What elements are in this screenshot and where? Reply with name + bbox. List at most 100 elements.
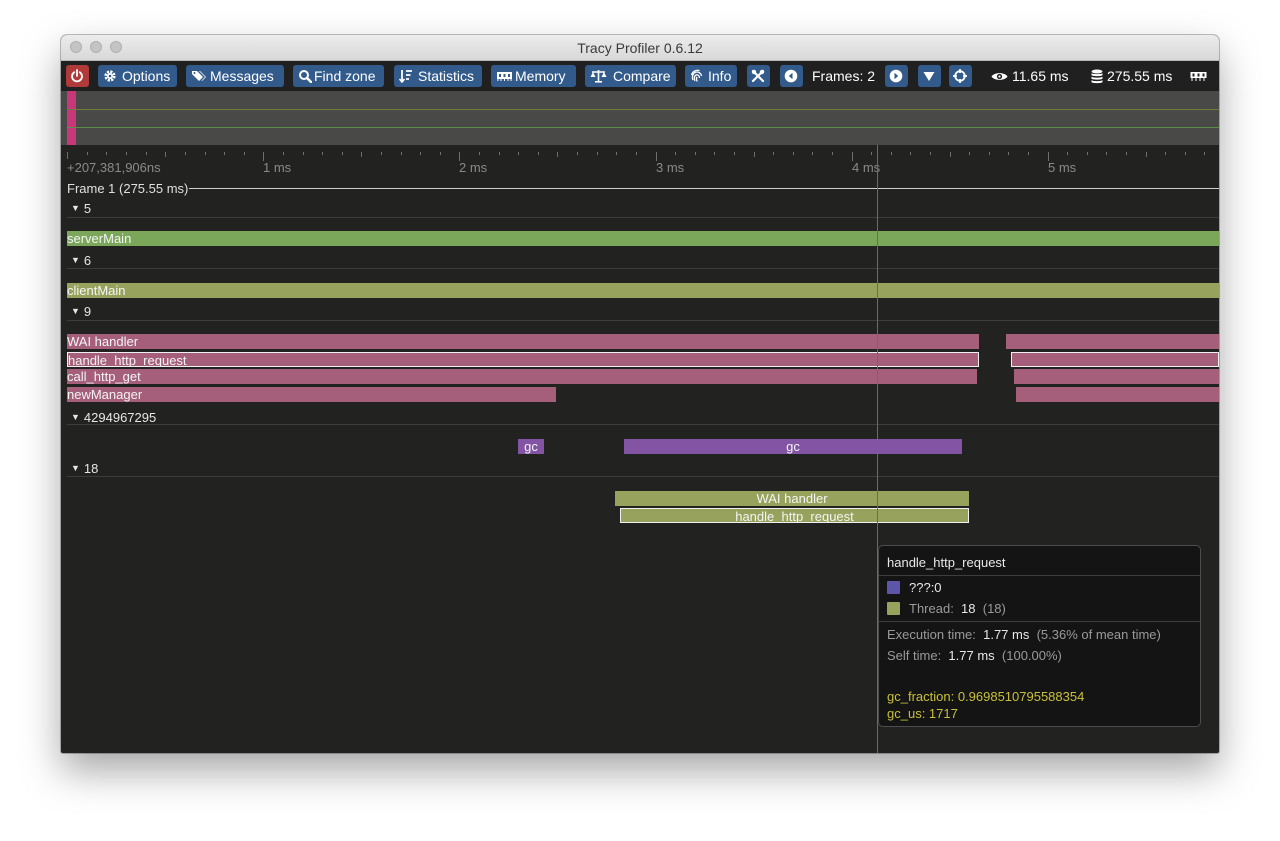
ruler-tick: [479, 152, 480, 155]
ruler-tick: [1204, 152, 1205, 155]
ruler-tick-label: 4 ms: [852, 160, 881, 175]
zone-bar-selected[interactable]: handle_http_request: [67, 352, 979, 367]
view-time: 11.65 ms: [1012, 68, 1069, 84]
collapse-triangle-icon: ▼: [71, 203, 80, 213]
thread-header[interactable]: ▼ 6: [71, 253, 91, 268]
ruler-tick: [1146, 152, 1147, 157]
ruler-tick: [1067, 152, 1068, 155]
ruler-tick: [1008, 152, 1009, 155]
thread-header[interactable]: ▼ 18: [71, 461, 98, 476]
tooltip-separator: [879, 575, 1200, 576]
zone-bar[interactable]: newManager: [67, 387, 556, 402]
compare-button[interactable]: Compare: [585, 65, 676, 87]
thread-separator: [67, 268, 1219, 269]
search-icon: [299, 70, 312, 83]
ruler-tick: [577, 152, 578, 155]
ruler-tick-label: 5 ms: [1048, 160, 1077, 175]
frame-target-line: [67, 127, 1219, 128]
thread-id: 18: [83, 461, 99, 476]
tooltip-exec-row: Execution time: 1.77 ms (5.36% of mean t…: [887, 627, 1161, 642]
ruler-tick: [67, 152, 68, 159]
collapse-triangle-icon: ▼: [71, 412, 80, 422]
previous-frame-button[interactable]: [780, 65, 803, 87]
ruler-tick: [401, 152, 402, 155]
ruler-tick: [518, 152, 519, 155]
find-zone-label: Find zone: [314, 68, 376, 84]
quit-button[interactable]: [66, 65, 89, 87]
eye-icon: [991, 73, 1008, 80]
thread-header[interactable]: ▼ 5: [71, 201, 91, 216]
statistics-button[interactable]: Statistics: [394, 65, 482, 87]
thread-header[interactable]: ▼ 9: [71, 304, 91, 319]
ruler-tick-label: 2 ms: [459, 160, 488, 175]
zone-bar[interactable]: gc: [624, 439, 962, 454]
info-label: Info: [708, 68, 732, 84]
database-icon: [1091, 69, 1103, 84]
ruler-tick: [557, 152, 558, 157]
next-frame-button[interactable]: [885, 65, 908, 87]
thread-label: Thread:: [909, 601, 954, 616]
zone-bar[interactable]: [1016, 387, 1219, 402]
thread-id: 9: [83, 304, 92, 319]
ruler-tick: [205, 152, 206, 155]
ruler-tick: [303, 152, 304, 155]
zone-bar[interactable]: WAI handler: [615, 491, 969, 506]
time-ruler[interactable]: +207,381,906ns 1 ms 2 ms 3 ms 4 ms 5 ms: [61, 145, 1219, 181]
tools-button[interactable]: [747, 65, 770, 87]
memory-button[interactable]: Memory: [491, 65, 576, 87]
info-button[interactable]: Info: [685, 65, 737, 87]
gear-icon: [104, 70, 116, 82]
caret-right-icon: [889, 69, 903, 83]
frame-bar[interactable]: [67, 91, 76, 145]
zone-bar[interactable]: [1014, 369, 1219, 384]
caret-down-icon: [923, 72, 935, 81]
compare-label: Compare: [613, 68, 671, 84]
title-bar: Tracy Profiler 0.6.12: [61, 35, 1219, 61]
ruler-tick-label: 1 ms: [263, 160, 292, 175]
thread-id: 5: [83, 201, 92, 216]
zone-bar[interactable]: serverMain: [67, 231, 1219, 246]
ruler-tick: [361, 152, 362, 157]
ruler-tick: [950, 152, 951, 157]
collapse-triangle-icon: ▼: [71, 255, 80, 265]
ruler-tick: [1185, 152, 1186, 155]
ruler-tick: [597, 152, 598, 155]
goto-frame-button[interactable]: [949, 65, 972, 87]
tooltip-gc-us: gc_us: 1717: [887, 706, 958, 721]
zone-bar-selected[interactable]: [1011, 352, 1219, 367]
zone-bar[interactable]: WAI handler: [67, 334, 979, 349]
ruler-tick: [714, 152, 715, 155]
thread-header[interactable]: ▼ 4294967295: [71, 410, 156, 425]
thread-separator: [67, 320, 1219, 321]
zone-bar-selected[interactable]: handle_http_request: [620, 508, 969, 523]
thread-id: 4294967295: [83, 410, 157, 425]
tooltip-self-row: Self time: 1.77 ms (100.00%): [887, 648, 1062, 663]
find-zone-button[interactable]: Find zone: [293, 65, 384, 87]
ruler-tick: [87, 152, 88, 155]
ruler-tick: [244, 152, 245, 155]
ruler-tick: [754, 152, 755, 157]
ruler-tick: [793, 152, 794, 155]
zone-bar[interactable]: gc: [518, 439, 544, 454]
ruler-tick: [969, 152, 970, 155]
ruler-tick: [381, 152, 382, 155]
scale-icon: [590, 70, 607, 83]
zone-bar[interactable]: call_http_get: [67, 369, 977, 384]
options-button[interactable]: Options: [98, 65, 177, 87]
frame-label[interactable]: Frame 1 (275.55 ms): [67, 181, 190, 196]
ruler-tick: [322, 152, 323, 155]
collapse-triangle-icon: ▼: [71, 463, 80, 473]
frames-dropdown-button[interactable]: [918, 65, 941, 87]
thread-separator: [67, 424, 1219, 425]
frame-overview[interactable]: [61, 91, 1219, 145]
ruler-tick: [342, 152, 343, 155]
zone-bar[interactable]: [1006, 334, 1219, 349]
fingerprint-icon: [690, 69, 703, 82]
ruler-tick: [1126, 152, 1127, 155]
ruler-tick: [832, 152, 833, 155]
zone-bar[interactable]: clientMain: [67, 283, 1219, 298]
messages-button[interactable]: Messages: [186, 65, 284, 87]
ruler-tick: [891, 152, 892, 155]
ruler-start-label: +207,381,906ns: [67, 160, 161, 175]
ruler-tick: [1165, 152, 1166, 155]
